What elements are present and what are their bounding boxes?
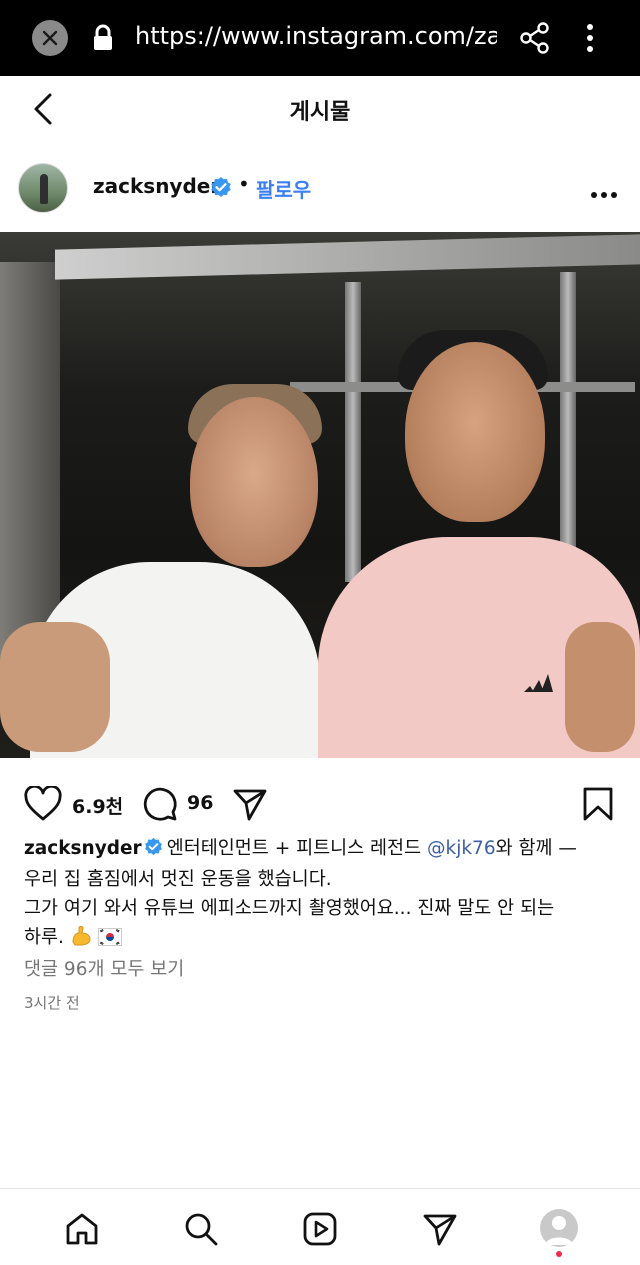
comment-icon[interactable] [142, 786, 178, 826]
post-caption: zacksnyder 엔터테인먼트 + 피트니스 레전드 @kjk76와 함께 … [24, 834, 624, 955]
reels-icon[interactable] [300, 1209, 340, 1249]
address-bar-url[interactable]: https://www.instagram.com/zackl [135, 22, 497, 50]
post-photo[interactable] [0, 232, 640, 758]
page-title: 게시물 [289, 100, 351, 125]
post-actions: 6.9천 96 [0, 784, 640, 828]
send-icon[interactable] [232, 786, 268, 826]
verified-badge-icon [144, 836, 163, 865]
photo-person-right-face [405, 342, 545, 522]
caption-text: 우리 집 홈짐에서 멋진 운동을 했습니다. [24, 869, 332, 890]
person-icon [545, 1216, 573, 1245]
lock-icon [92, 24, 114, 56]
more-options-icon[interactable] [590, 184, 618, 203]
post-username[interactable]: zacksnyder [93, 174, 220, 198]
south-korea-flag-icon [97, 926, 122, 955]
profile-avatar[interactable] [540, 1209, 578, 1247]
photo-rack-post [345, 282, 361, 582]
photo-beam [55, 234, 640, 280]
avatar[interactable] [18, 163, 68, 213]
caption-text: 하루. [24, 927, 64, 948]
caption-text: 엔터테인먼트 + 피트니스 레전드 [166, 838, 427, 859]
heart-icon[interactable] [24, 784, 62, 826]
photo-thumbs-up [565, 622, 635, 752]
view-all-comments-link[interactable]: 댓글 96개 모두 보기 [24, 955, 184, 981]
caption-text: 와 함께 — [495, 838, 577, 859]
follow-button[interactable]: 팔로우 [256, 174, 311, 203]
separator-dot: • [238, 172, 250, 196]
post-header: zacksnyder • 팔로우 [0, 160, 640, 216]
close-tab-button[interactable] [32, 20, 68, 56]
photo-person-left-arm [0, 622, 110, 752]
home-icon[interactable] [62, 1209, 102, 1249]
search-icon[interactable] [181, 1209, 221, 1249]
caption-text: 그가 여기 와서 유튜브 에피소드까지 촬영했어요... 진짜 말도 안 되는 [24, 898, 555, 919]
verified-badge-icon [210, 176, 232, 202]
notification-dot [556, 1251, 562, 1257]
caption-mention-link[interactable]: @kjk76 [427, 838, 496, 859]
browser-toolbar: https://www.instagram.com/zackl [0, 0, 640, 76]
more-vertical-icon[interactable] [580, 22, 600, 58]
bookmark-icon[interactable] [582, 786, 614, 826]
close-icon [42, 30, 58, 46]
post-timestamp: 3시간 전 [24, 994, 80, 1012]
direct-icon[interactable] [420, 1209, 460, 1249]
share-icon[interactable] [520, 22, 550, 58]
page-header: 게시물 [0, 76, 640, 142]
bottom-navigation [0, 1188, 640, 1265]
comment-count[interactable]: 96 [187, 792, 213, 814]
like-count[interactable]: 6.9천 [72, 792, 123, 819]
caption-username[interactable]: zacksnyder [24, 838, 142, 859]
flexed-biceps-emoji-icon [70, 924, 92, 955]
photo-person-left-face [190, 397, 318, 567]
adidas-logo-icon [522, 672, 554, 692]
